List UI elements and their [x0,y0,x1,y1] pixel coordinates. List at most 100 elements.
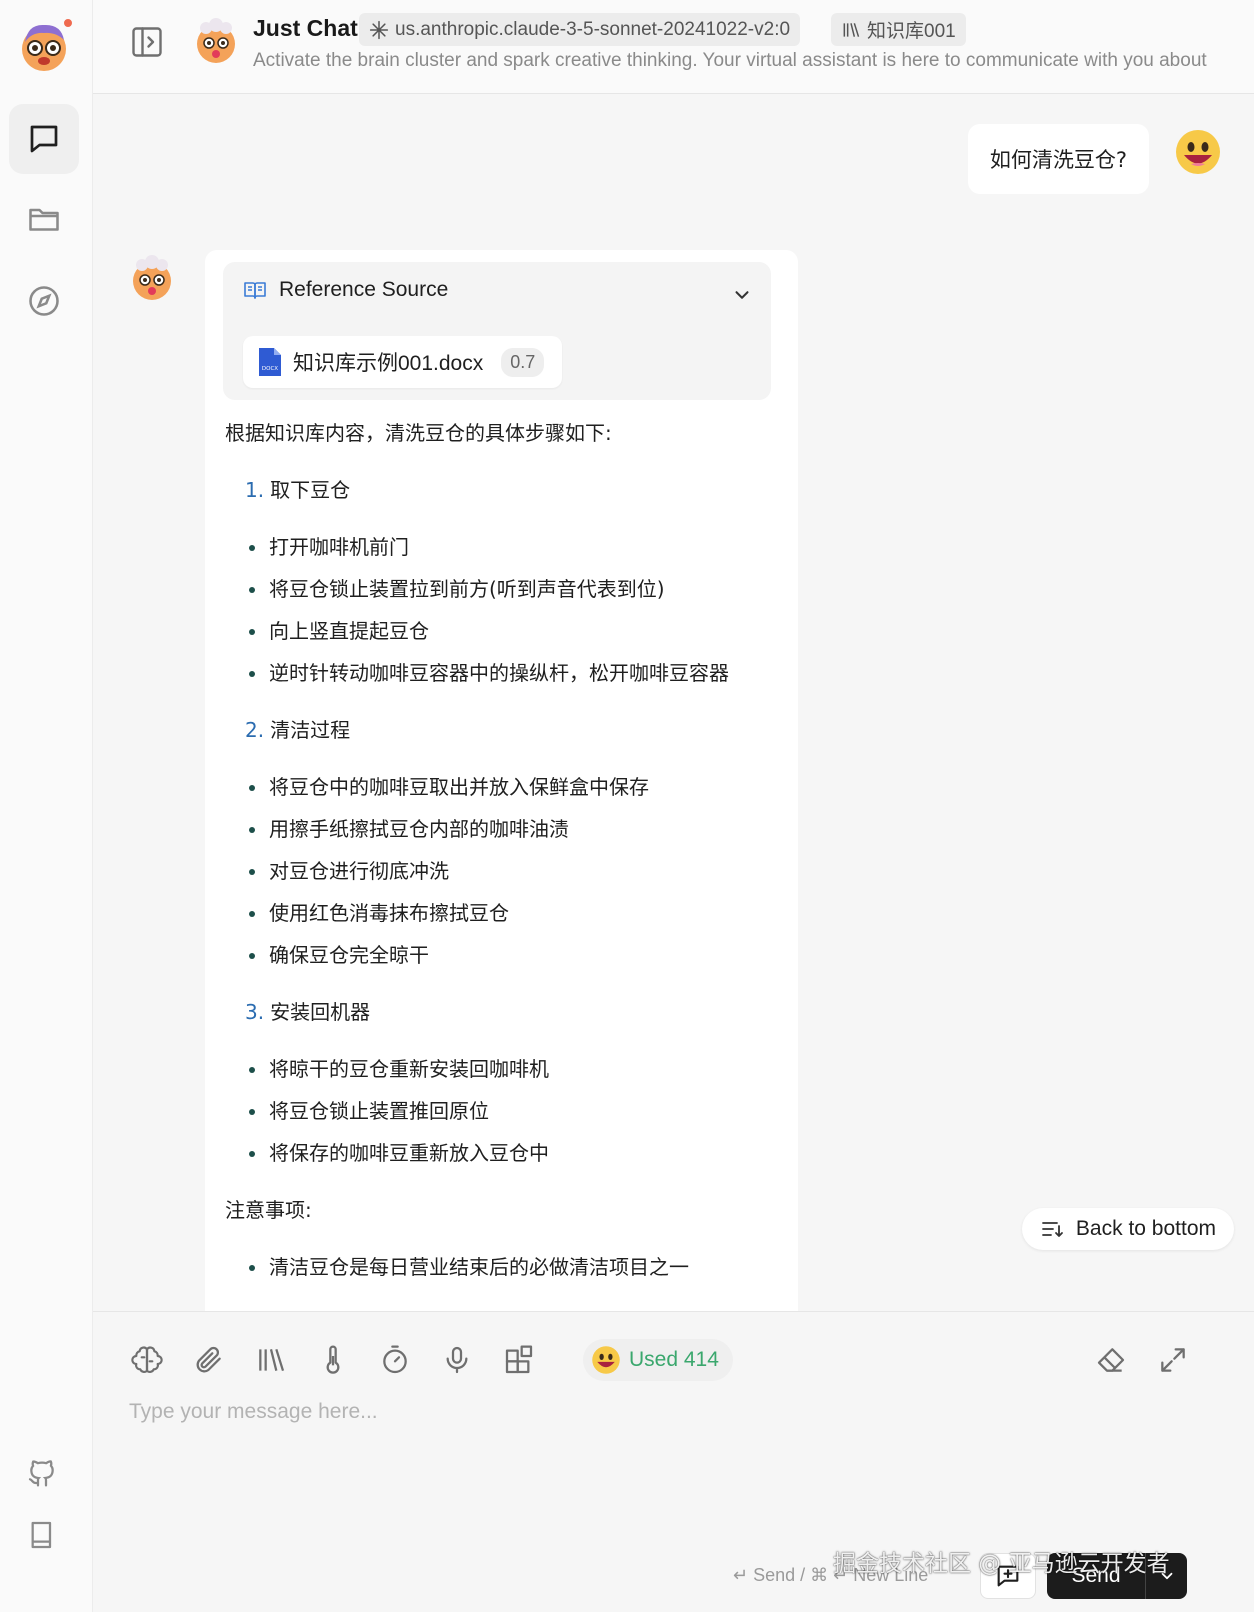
github-icon [28,1460,54,1487]
docx-file-icon: DOCX [259,348,281,376]
step-number: 2. [245,718,265,742]
token-usage-badge[interactable]: Used 414 [583,1339,733,1381]
reference-score-badge: 0.7 [501,347,545,377]
chevron-down-icon [1161,1572,1172,1580]
nav-discover-button[interactable] [9,266,79,336]
message-input[interactable] [129,1400,1219,1480]
expand-icon [1161,1348,1185,1372]
step-title: 取下豆仓 [270,478,351,502]
knowledge-base-button[interactable] [253,1342,289,1378]
answer-intro: 根据知识库内容，清洗豆仓的具体步骤如下: [225,421,612,445]
reference-source-panel: Reference Source DOCX 知识库示例001.docx 0.7 [223,262,771,400]
token-usage-label: Used 414 [629,1348,719,1371]
list-item: 清洁豆仓是每日营业结束后的必做清洁项目之一 [225,1252,785,1294]
timer-icon [383,1345,407,1374]
user-message: 如何清洗豆仓? [967,124,1149,194]
send-button[interactable]: Send [1047,1553,1187,1599]
model-tag-label: us.anthropic.claude-3-5-sonnet-20241022-… [395,18,791,40]
assistant-avatar [133,255,171,300]
usage-emoji-icon [592,1346,620,1374]
toggle-panel-icon[interactable] [129,24,165,60]
temperature-button[interactable] [315,1342,351,1378]
compass-icon [29,286,59,316]
message-plus-icon [997,1565,1019,1587]
blocks-icon [505,1345,533,1374]
list-item: 向上竖直提起豆仓 [225,616,785,658]
list-item: 用擦手纸擦拭豆仓内部的咖啡油渍 [225,814,785,856]
step-number: 1. [245,478,265,502]
chat-list: 如何清洗豆仓? Reference Source DOCX 知识库示例001.d… [93,95,1254,1311]
agent-avatar [197,18,235,63]
sparkle-icon [369,20,389,39]
agent-title: Just Chat [253,15,358,41]
chat-icon [30,125,58,153]
back-to-bottom-button[interactable]: Back to bottom [1021,1208,1234,1250]
reference-source-header[interactable]: Reference Source [243,278,448,302]
list-item: 打开咖啡机前门 [225,532,785,574]
library-icon [843,22,860,37]
reference-source-label: Reference Source [279,278,449,301]
voice-input-button[interactable] [439,1342,475,1378]
main-area: Just Chat us.anthropic.claude-3-5-sonnet… [93,0,1254,1612]
list-item: 对豆仓进行彻底冲洗 [225,856,785,898]
folder-icon [29,208,59,231]
nav-chat-button[interactable] [9,104,79,174]
back-to-bottom-label: Back to bottom [1075,1217,1216,1240]
knowledge-base-tag-label: 知识库001 [867,21,956,42]
step-bullet-list: 将豆仓中的咖啡豆取出并放入保鲜盒中保存 用擦手纸擦拭豆仓内部的咖啡油渍 对豆仓进… [225,772,785,982]
model-tag[interactable]: us.anthropic.claude-3-5-sonnet-20241022-… [359,13,801,46]
list-item: 将豆仓锁止装置推回原位 [225,1096,785,1138]
step-number: 3. [245,1000,265,1024]
send-label: Send [1071,1564,1121,1587]
brain-icon [131,1346,163,1373]
step-title: 清洁过程 [270,718,351,742]
list-item: 将豆仓锁止装置拉到前方(听到声音代表到位) [225,574,785,616]
notes-list: 清洁豆仓是每日营业结束后的必做清洁项目之一 [225,1252,785,1294]
eraser-icon [1097,1348,1125,1372]
book-icon [31,1521,52,1549]
model-select-button[interactable] [129,1342,165,1378]
history-limit-button[interactable] [377,1342,413,1378]
notes-title: 注意事项: [225,1198,312,1222]
step-bullet-list: 将晾干的豆仓重新安装回咖啡机 将豆仓锁止装置推回原位 将保存的咖啡豆重新放入豆仓… [225,1054,785,1180]
thermometer-icon [326,1345,340,1374]
step-bullet-list: 打开咖啡机前门 将豆仓锁止装置拉到前方(听到声音代表到位) 向上竖直提起豆仓 逆… [225,532,785,700]
chevron-down-icon[interactable] [731,284,753,306]
step-item: 1. 取下豆仓 [225,475,785,532]
chat-header: Just Chat us.anthropic.claude-3-5-sonnet… [93,0,1254,94]
step-item: 2. 清洁过程 [225,715,785,772]
notification-dot [62,17,74,29]
reference-file-name: 知识库示例001.docx [293,352,484,375]
reference-file-chip[interactable]: DOCX 知识库示例001.docx 0.7 [243,336,563,388]
keyboard-hint: ↵ Send / ⌘ ↵ New Line [733,1565,929,1585]
docx-file-icon-text: DOCX [262,366,278,372]
nav-files-button[interactable] [9,184,79,254]
list-item: 使用红色消毒抹布擦拭豆仓 [225,898,785,940]
send-options-button[interactable] [1146,1567,1187,1585]
docs-button[interactable] [22,1515,62,1555]
scroll-bottom-icon [1042,1222,1063,1237]
microphone-icon [446,1346,468,1374]
agent-description: Activate the brain cluster and spark cre… [253,50,1207,71]
expand-input-button[interactable] [1155,1342,1191,1378]
left-rail [0,0,93,1612]
github-button[interactable] [22,1452,62,1492]
open-book-icon [244,282,266,299]
plugins-button[interactable] [501,1342,537,1378]
list-item: 逆时针转动咖啡豆容器中的操纵杆，松开咖啡豆容器 [225,658,785,700]
user-avatar [1176,130,1220,174]
answer-body: 根据知识库内容，清洗豆仓的具体步骤如下: 1. 取下豆仓 打开咖啡机前门 将豆仓锁… [225,418,785,1294]
list-item: 将豆仓中的咖啡豆取出并放入保鲜盒中保存 [225,772,785,814]
list-item: 将保存的咖啡豆重新放入豆仓中 [225,1138,785,1180]
knowledge-base-tag[interactable]: 知识库001 [831,13,966,46]
step-item: 3. 安装回机器 [225,997,785,1054]
clear-button[interactable] [1093,1342,1129,1378]
step-title: 安装回机器 [270,1000,371,1024]
paperclip-icon [196,1346,221,1373]
list-item: 将晾干的豆仓重新安装回咖啡机 [225,1054,785,1096]
new-topic-button[interactable] [980,1553,1036,1599]
chat-input-panel: Used 414 ↵ Send / ⌘ ↵ New Line Send 掘金技术… [93,1311,1254,1612]
list-item: 确保豆仓完全晾干 [225,940,785,982]
attach-file-button[interactable] [191,1342,227,1378]
assistant-message: Reference Source DOCX 知识库示例001.docx 0.7 … [205,250,798,1311]
